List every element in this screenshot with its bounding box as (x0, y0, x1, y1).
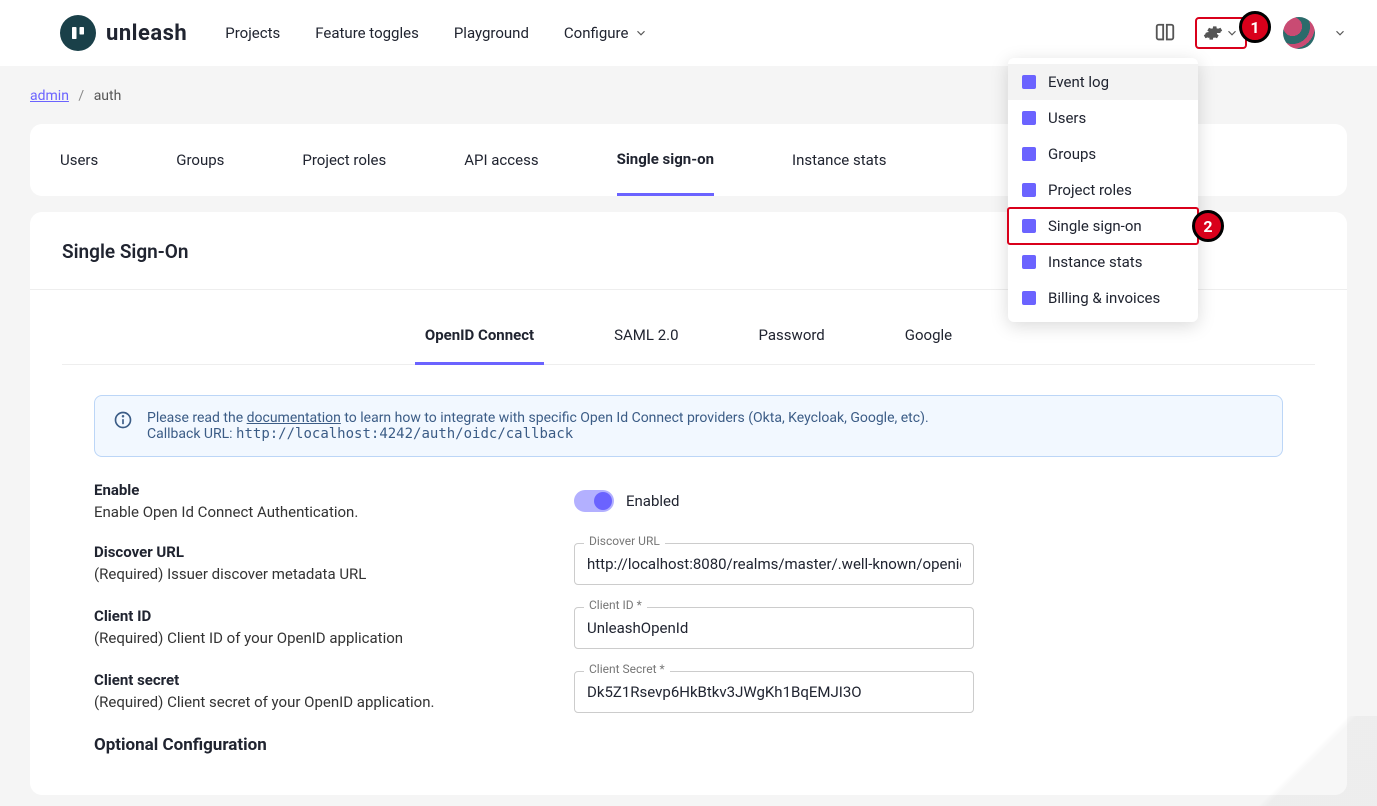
brand-text: unleash (106, 21, 187, 46)
square-icon (1022, 219, 1036, 233)
info-banner: Please read the documentation to learn h… (94, 395, 1283, 457)
tab-users[interactable]: Users (60, 124, 98, 196)
menu-event-log[interactable]: Event log (1008, 64, 1198, 100)
breadcrumb-current: auth (94, 88, 122, 104)
nav-playground[interactable]: Playground (454, 24, 529, 42)
menu-single-sign-on[interactable]: Single sign-on 2 (1008, 208, 1198, 244)
square-icon (1022, 291, 1036, 305)
logo-icon (60, 15, 96, 51)
gear-icon (1203, 23, 1223, 43)
square-icon (1022, 111, 1036, 125)
tab-single-sign-on[interactable]: Single sign-on (617, 124, 714, 196)
subtab-openid[interactable]: OpenID Connect (415, 326, 544, 365)
subtab-password[interactable]: Password (749, 326, 835, 364)
chevron-down-icon[interactable] (1333, 26, 1347, 40)
optional-config-title: Optional Configuration (94, 735, 1283, 755)
settings-dropdown: Event log Users Groups Project roles Sin… (1008, 58, 1198, 322)
main-nav: Projects Feature toggles Playground Conf… (225, 24, 648, 42)
menu-users[interactable]: Users (1008, 100, 1198, 136)
enable-toggle[interactable] (574, 490, 614, 512)
menu-instance-stats[interactable]: Instance stats (1008, 244, 1198, 280)
doc-link[interactable]: documentation (247, 410, 341, 426)
tab-groups[interactable]: Groups (176, 124, 224, 196)
callout-2: 2 (1192, 210, 1224, 242)
menu-groups[interactable]: Groups (1008, 136, 1198, 172)
subtab-google[interactable]: Google (895, 326, 962, 364)
callout-1: 1 (1239, 11, 1271, 43)
brand[interactable]: unleash (60, 15, 187, 51)
square-icon (1022, 255, 1036, 269)
enable-label: Enable (94, 481, 534, 499)
nav-feature-toggles[interactable]: Feature toggles (315, 24, 419, 42)
menu-billing[interactable]: Billing & invoices (1008, 280, 1198, 316)
avatar[interactable] (1283, 17, 1315, 49)
square-icon (1022, 183, 1036, 197)
sso-provider-tabs: OpenID Connect SAML 2.0 Password Google (62, 326, 1315, 365)
nav-projects[interactable]: Projects (225, 24, 280, 42)
info-icon (113, 410, 133, 430)
square-icon (1022, 75, 1036, 89)
menu-project-roles[interactable]: Project roles (1008, 172, 1198, 208)
secret-label: Client secret (94, 671, 534, 689)
client-secret-input[interactable] (574, 671, 974, 713)
square-icon (1022, 147, 1036, 161)
settings-button[interactable]: 1 (1195, 17, 1247, 49)
callback-url: http://localhost:4242/auth/oidc/callback (236, 426, 573, 442)
docs-icon[interactable] (1153, 21, 1177, 45)
discover-url-input[interactable] (574, 543, 974, 585)
client-id-input[interactable] (574, 607, 974, 649)
nav-configure[interactable]: Configure (564, 24, 649, 42)
chevron-down-icon (634, 26, 648, 40)
enable-status: Enabled (626, 492, 679, 510)
discover-label: Discover URL (94, 543, 534, 561)
breadcrumb-admin[interactable]: admin (30, 88, 69, 104)
tab-instance-stats[interactable]: Instance stats (792, 124, 886, 196)
app-header: unleash Projects Feature toggles Playgro… (0, 0, 1377, 66)
clientid-label: Client ID (94, 607, 534, 625)
subtab-saml[interactable]: SAML 2.0 (604, 326, 688, 364)
tab-project-roles[interactable]: Project roles (302, 124, 386, 196)
chevron-down-icon (1225, 26, 1239, 40)
tab-api-access[interactable]: API access (464, 124, 538, 196)
